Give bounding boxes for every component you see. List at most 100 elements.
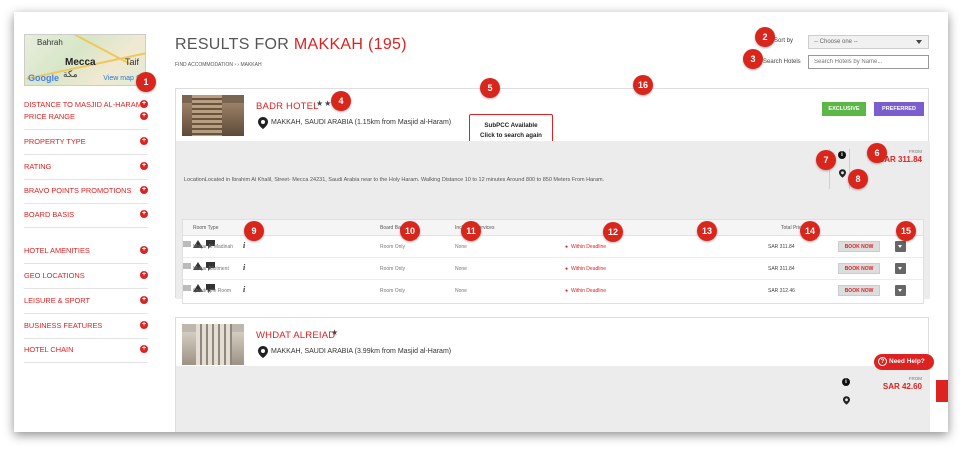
document-icon <box>183 241 191 247</box>
book-now-button[interactable]: BOOK NOW <box>838 285 880 296</box>
preferred-badge: PREFERRED <box>874 102 924 116</box>
need-help-button[interactable]: ? Need Help? <box>874 354 934 370</box>
filter-hotel-amenities[interactable]: HOTEL AMENITIES + <box>24 244 148 264</box>
hotel-price: SAR 42.60 <box>882 382 922 391</box>
plus-icon[interactable]: + <box>140 137 148 145</box>
filter-business-features[interactable]: BUSINESS FEATURES + <box>24 319 148 339</box>
room-price: SAR 312.46 <box>768 288 795 294</box>
filter-label: HOTEL AMENITIES <box>24 246 90 255</box>
info-icon[interactable]: i <box>838 151 846 159</box>
google-logo: Google <box>28 73 59 83</box>
sort-label: Sort by <box>774 38 794 44</box>
table-row: Quadruple Room i Room Only None Within D… <box>183 280 923 302</box>
book-now-button[interactable]: BOOK NOW <box>838 241 880 252</box>
map-label: مكة <box>63 69 78 79</box>
page-title: RESULTS FOR MAKKAH (195) <box>175 36 407 53</box>
deadline-status[interactable]: Within Deadline <box>565 288 606 294</box>
board-basis: Room Only <box>380 244 406 250</box>
callout-marker: 16 <box>633 75 653 95</box>
filter-bravo-points[interactable]: BRAVO POINTS PROMOTIONS + <box>24 184 148 204</box>
expand-dropdown-icon[interactable] <box>895 263 906 274</box>
help-icon: ? <box>878 357 887 366</box>
callout-marker: 12 <box>603 222 623 242</box>
hotel-photo[interactable] <box>182 95 244 136</box>
plus-icon[interactable]: + <box>140 271 148 279</box>
map-pin-icon[interactable] <box>843 396 850 405</box>
hotel-name[interactable]: BADR HOTEL <box>256 101 319 112</box>
location-pin-icon <box>258 346 268 358</box>
filter-property-type[interactable]: PROPERTY TYPE + <box>24 135 148 155</box>
exclusive-badge: EXCLUSIVE <box>822 102 866 116</box>
filter-label: PRICE RANGE <box>24 112 75 121</box>
callout-marker: 8 <box>848 169 868 189</box>
filter-price-range[interactable]: PRICE RANGE + <box>24 110 148 130</box>
callout-marker: 4 <box>331 91 351 111</box>
included-services: None <box>455 266 467 272</box>
filter-leisure-sport[interactable]: LEISURE & SPORT + <box>24 294 148 314</box>
chevron-down-icon <box>916 40 922 44</box>
plus-icon[interactable]: + <box>140 210 148 218</box>
callout-marker: 3 <box>743 49 763 69</box>
plus-icon[interactable]: + <box>140 345 148 353</box>
info-icon[interactable]: i <box>842 378 850 386</box>
room-type: Matjar Al Madinah <box>193 244 234 250</box>
filter-hotel-chain[interactable]: HOTEL CHAIN + <box>24 343 148 363</box>
hotel-card: WHDAT ALREIAD ★ MAKKAH, SAUDI ARABIA (3.… <box>175 317 930 432</box>
hotel-address: MAKKAH, SAUDI ARABIA (1.15km from Masjid… <box>271 119 452 126</box>
filter-rating[interactable]: RATING + <box>24 160 148 180</box>
from-label: FROM <box>908 149 922 154</box>
search-hotels-input[interactable] <box>808 55 929 69</box>
expand-dropdown-icon[interactable] <box>895 241 906 252</box>
plus-icon[interactable]: + <box>140 162 148 170</box>
callout-marker: 14 <box>800 221 820 241</box>
callout-marker: 7 <box>816 150 836 170</box>
room-type: Quadruple Room <box>193 288 232 294</box>
breadcrumb[interactable]: FIND ACCOMMODATION › › MAKKAH <box>175 62 262 68</box>
filter-board-basis[interactable]: BOARD BASIS + <box>24 208 148 228</box>
plus-icon[interactable]: + <box>140 112 148 120</box>
info-icon[interactable]: i <box>243 241 245 250</box>
location-description: LocationLocated in Ibrahim Al Khalil, St… <box>184 177 605 183</box>
room-type: Matjar Allotment <box>193 266 229 272</box>
filter-label: BRAVO POINTS PROMOTIONS <box>24 186 132 195</box>
sort-select[interactable]: -- Choose one -- <box>808 35 929 49</box>
plus-icon[interactable]: + <box>140 321 148 329</box>
search-label: Search Hotels <box>763 59 801 65</box>
map-label: Mecca <box>65 57 96 68</box>
filter-label: HOTEL CHAIN <box>24 345 74 354</box>
callout-marker: 9 <box>244 221 264 241</box>
plus-icon[interactable]: + <box>140 100 148 108</box>
callout-marker: 2 <box>755 27 775 47</box>
plus-icon[interactable]: + <box>140 296 148 304</box>
callout-marker: 15 <box>896 221 916 241</box>
filter-label: RATING <box>24 162 52 171</box>
callout-marker: 10 <box>400 221 420 241</box>
expand-dropdown-icon[interactable] <box>895 285 906 296</box>
filter-label: BUSINESS FEATURES <box>24 321 103 330</box>
included-services: None <box>455 288 467 294</box>
book-now-button[interactable]: BOOK NOW <box>838 263 880 274</box>
board-basis: Room Only <box>380 266 406 272</box>
room-price: SAR 311.84 <box>768 244 795 250</box>
hotel-address: MAKKAH, SAUDI ARABIA (3.99km from Masjid… <box>271 348 452 355</box>
hotel-details-panel: i FROM SAR 42.60 <box>176 366 930 432</box>
room-price: SAR 311.84 <box>768 266 795 272</box>
plus-icon[interactable]: + <box>140 246 148 254</box>
hotel-name[interactable]: WHDAT ALREIAD <box>256 330 335 341</box>
callout-marker: 11 <box>461 221 481 241</box>
scroll-top-button[interactable] <box>936 380 948 402</box>
plus-icon[interactable]: + <box>140 186 148 194</box>
callout-marker: 13 <box>697 221 717 241</box>
from-label: FROM <box>908 376 922 381</box>
filter-label: LEISURE & SPORT <box>24 296 90 305</box>
filter-label: DISTANCE TO MASJID AL-HARAM <box>24 100 142 109</box>
filter-geo-locations[interactable]: GEO LOCATIONS + <box>24 269 148 289</box>
deadline-status[interactable]: Within Deadline <box>565 266 606 272</box>
filter-label: GEO LOCATIONS <box>24 271 85 280</box>
deadline-status[interactable]: Within Deadline <box>565 244 606 250</box>
hotel-photo[interactable] <box>182 324 244 365</box>
info-icon[interactable]: i <box>243 263 245 272</box>
map-thumbnail[interactable]: Bahrah Mecca مكة Taif Google View map ⚲ <box>24 34 146 86</box>
info-icon[interactable]: i <box>243 285 245 294</box>
map-pin-icon[interactable] <box>839 169 846 178</box>
